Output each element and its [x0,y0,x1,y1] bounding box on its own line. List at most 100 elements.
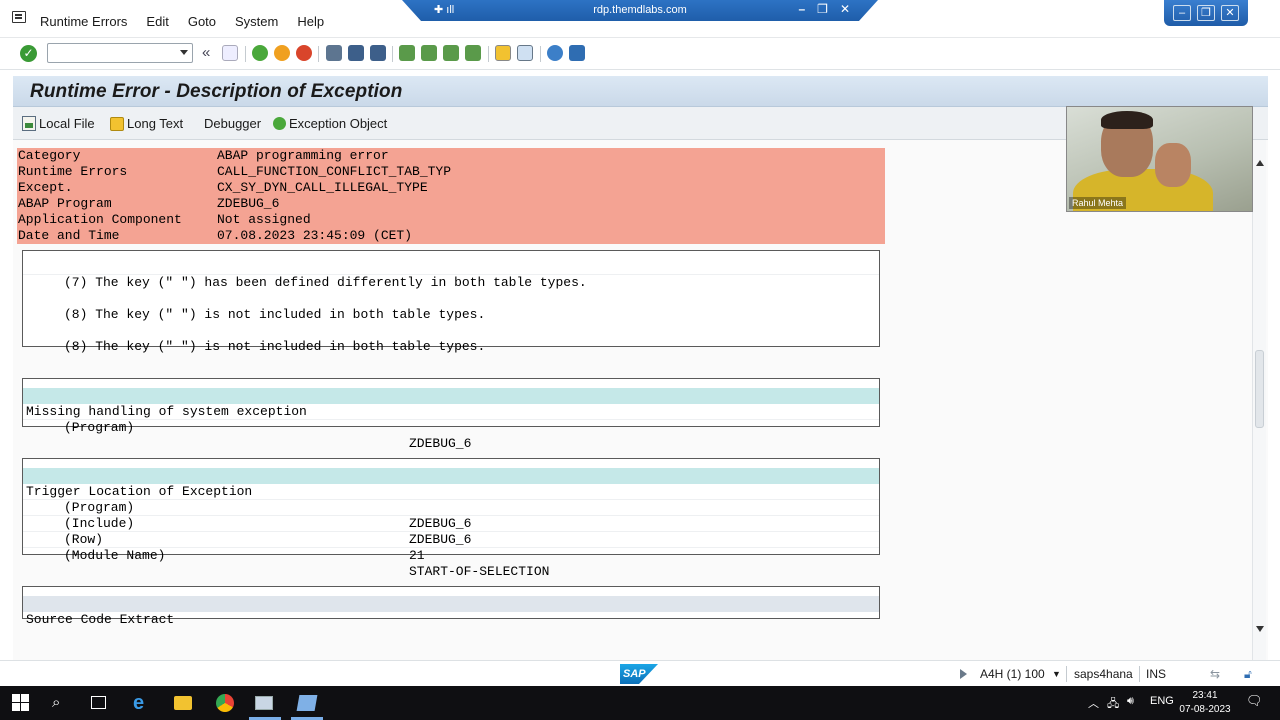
scroll-up-icon[interactable] [1256,160,1264,166]
rdp-client-icon[interactable] [296,695,318,711]
server-name: saps4hana [1074,667,1133,681]
last-page-icon[interactable] [465,45,481,61]
find-next-icon[interactable] [370,45,386,61]
long-text-button[interactable]: Long Text [110,116,183,131]
rdp-restore-icon[interactable]: ❐ [817,2,828,16]
section-heading: Trigger Location of Exception [23,468,879,499]
summary-label: Category [18,148,81,163]
long-text-icon [110,116,124,131]
system-info[interactable]: A4H (1) 100 [980,667,1045,681]
debugger-button[interactable]: Debugger [204,116,261,131]
summary-value: Not assigned [217,212,311,227]
summary-row: Category ABAP programming error [17,148,885,164]
enter-check-icon[interactable]: ✓ [20,45,37,62]
detail-row: (Include) ZDEBUG_6 [23,500,879,547]
exception-object-icon [273,117,286,130]
scroll-down-icon[interactable] [1256,626,1264,632]
lock-icon[interactable]: 🔓︎ [1244,667,1252,682]
key-line: (8) The key (" ") is not included in bot… [64,307,486,322]
find-icon[interactable] [348,45,364,61]
exception-object-button[interactable]: Exception Object [273,116,387,131]
print-icon[interactable] [326,45,342,61]
summary-row: Date and Time 07.08.2023 23:45:09 (CET) [17,228,885,244]
previous-page-icon[interactable] [421,45,437,61]
detail-row: (Row) 21 [23,516,879,563]
windows-start-icon[interactable] [12,694,30,712]
summary-label: Except. [18,180,73,195]
summary-value: ABAP programming error [217,148,389,163]
tray-overflow-icon[interactable]: ︿ [1088,695,1099,711]
task-view-icon[interactable] [91,696,106,709]
play-icon[interactable] [960,669,967,679]
menu-icon[interactable] [12,11,26,23]
section-title: Source Code Extract [26,612,175,627]
cancel-icon[interactable] [296,45,312,61]
rdp-window-controls: – ❐ ✕ [798,2,850,16]
layout-icon[interactable]: ⇆ [1210,667,1220,681]
menu-help[interactable]: Help [297,14,324,29]
local-file-label: Local File [39,116,95,131]
exception-object-label: Exception Object [289,116,388,131]
status-separator [1139,666,1140,682]
menu-runtime-errors[interactable]: Runtime Errors [40,14,127,29]
toolbar-separator [488,46,489,62]
save-icon[interactable] [222,45,238,61]
file-explorer-icon[interactable] [174,696,192,710]
page-title: Runtime Error - Description of Exception [30,81,403,102]
detail-value: START-OF-SELECTION [409,564,550,579]
detail-label: (Module Name) [64,548,166,563]
collapse-icon[interactable]: « [202,44,210,61]
minimize-icon[interactable]: – [1173,5,1191,21]
text-line: (8) The key (" ") is not included in bot… [23,323,879,354]
chrome-icon[interactable] [216,694,234,712]
error-summary: Category ABAP programming error Runtime … [17,148,885,244]
edge-browser-icon[interactable]: e [133,693,151,713]
next-page-icon[interactable] [443,45,459,61]
toolbar-separator [540,46,541,62]
rdp-connection-bar: ✚ ıll rdp.themdlabs.com – ❐ ✕ [402,0,878,21]
notifications-icon[interactable]: 🗨︎ [1246,693,1263,709]
local-file-button[interactable]: Local File [22,116,95,131]
menu-edit[interactable]: Edit [146,14,168,29]
taskbar-clock[interactable]: 23:41 07-08-2023 [1178,689,1232,717]
volume-icon[interactable]: 🔊︎ [1127,695,1134,708]
toolbar-separator [392,46,393,62]
rdp-minimize-icon[interactable]: – [798,2,805,16]
language-indicator[interactable]: ENG [1150,695,1174,707]
customize-layout-icon[interactable] [569,45,585,61]
summary-label: Application Component [18,212,182,227]
scroll-thumb[interactable] [1255,350,1264,428]
presenter-hand [1155,143,1191,187]
vertical-scrollbar[interactable] [1252,140,1266,660]
status-bar: SAP A4H (1) 100 ▼ saps4hana INS ⇆ 🔓︎ [0,660,1280,686]
maximize-icon[interactable]: ❐ [1197,5,1215,21]
text-line: (7) The key (" ") has been defined diffe… [23,259,879,290]
back-icon[interactable] [252,45,268,61]
exit-icon[interactable] [274,45,290,61]
insert-mode[interactable]: INS [1146,667,1166,681]
detail-row: (Program) ZDEBUG_6 [23,404,879,451]
sap-logon-icon[interactable] [255,696,273,710]
summary-row: ABAP Program ZDEBUG_6 [17,196,885,212]
search-icon[interactable]: ⌕ [52,694,70,712]
shortcut-icon[interactable] [517,45,533,61]
network-icon[interactable]: 🖧︎ [1107,695,1119,714]
chevron-down-icon[interactable]: ▼ [1052,669,1061,679]
menu-items: Runtime Errors Edit Goto System Help [40,14,343,29]
menu-system[interactable]: System [235,14,278,29]
close-icon[interactable]: ✕ [1221,5,1239,21]
summary-label: Date and Time [18,228,120,243]
summary-row: Application Component Not assigned [17,212,885,228]
key-differences-box: (7) The key (" ") has been defined diffe… [22,250,880,354]
command-field[interactable] [47,43,193,63]
help-icon[interactable] [547,45,563,61]
long-text-label: Long Text [127,116,184,131]
summary-row: Runtime Errors CALL_FUNCTION_CONFLICT_TA… [17,164,885,180]
section-heading: Source Code Extract [23,596,879,627]
content-area: Category ABAP programming error Runtime … [13,140,1268,660]
menu-goto[interactable]: Goto [188,14,216,29]
rdp-close-icon[interactable]: ✕ [840,2,850,16]
new-session-icon[interactable] [495,45,511,61]
chevron-down-icon[interactable] [180,50,188,55]
first-page-icon[interactable] [399,45,415,61]
